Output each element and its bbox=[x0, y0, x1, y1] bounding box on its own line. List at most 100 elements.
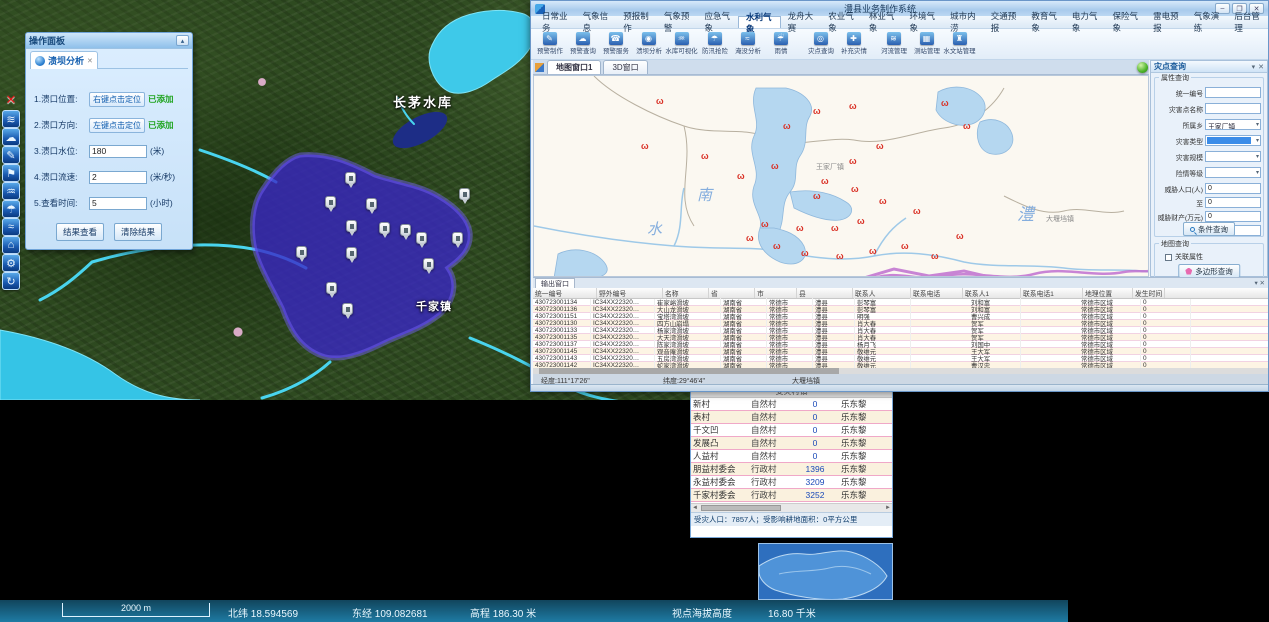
toolbar-button[interactable]: ♜ 水文站管理 bbox=[943, 30, 976, 59]
menu-item[interactable]: 林业气象 bbox=[862, 16, 903, 28]
toolbar-button[interactable]: ☔ 雨情 bbox=[764, 30, 797, 59]
disaster-marker-icon[interactable] bbox=[641, 142, 649, 150]
disaster-marker-icon[interactable] bbox=[813, 107, 821, 115]
map-pin[interactable] bbox=[379, 222, 390, 234]
tool-icon[interactable]: ♒ bbox=[2, 182, 20, 200]
map-pin[interactable] bbox=[345, 172, 356, 184]
map-pin[interactable] bbox=[346, 247, 357, 259]
uid-input[interactable] bbox=[1205, 87, 1261, 98]
column-header[interactable]: 联系电话 bbox=[911, 288, 963, 298]
tool-icon[interactable]: ☂ bbox=[2, 200, 20, 218]
pin-icon[interactable]: ▾ bbox=[1252, 63, 1256, 71]
column-header[interactable]: 联系人 bbox=[853, 288, 911, 298]
disaster-marker-icon[interactable] bbox=[836, 252, 844, 260]
table-row[interactable]: 永益村委会行政村3209乐东黎 bbox=[691, 476, 892, 489]
disaster-marker-icon[interactable] bbox=[656, 97, 664, 105]
disaster-marker-icon[interactable] bbox=[796, 224, 804, 232]
scroll-left-icon[interactable]: ◄ bbox=[692, 504, 698, 512]
vector-map[interactable]: 王家厂镇 大堰垱镇 南水澧 bbox=[533, 75, 1149, 277]
map-view-tab[interactable]: 地图窗口1 bbox=[547, 60, 601, 74]
township-select[interactable]: 王家厂镇 bbox=[1205, 119, 1261, 130]
disaster-marker-icon[interactable] bbox=[931, 252, 939, 260]
map-pin[interactable] bbox=[325, 196, 336, 208]
pick-direction-button[interactable]: 左键点击定位 bbox=[89, 118, 145, 133]
disaster-type-select[interactable] bbox=[1205, 135, 1261, 146]
disaster-marker-icon[interactable] bbox=[761, 220, 769, 228]
disaster-marker-icon[interactable] bbox=[821, 177, 829, 185]
menu-item[interactable]: 农业气象 bbox=[821, 16, 862, 28]
water-level-input[interactable] bbox=[89, 145, 147, 158]
clear-result-button[interactable]: 清除结果 bbox=[114, 223, 162, 241]
table-row[interactable]: 人益村自然村0乐东黎 bbox=[691, 450, 892, 463]
tool-icon[interactable]: ⚙ bbox=[2, 254, 20, 272]
tool-icon[interactable]: ≈ bbox=[2, 218, 20, 236]
disaster-marker-icon[interactable] bbox=[963, 122, 971, 130]
disaster-scale-select[interactable] bbox=[1205, 151, 1261, 162]
map-pin[interactable] bbox=[296, 246, 307, 258]
toolbar-button[interactable]: ☎ 预警服务 bbox=[599, 30, 632, 59]
menu-item[interactable]: 环境气象 bbox=[902, 16, 943, 28]
disaster-marker-icon[interactable] bbox=[941, 99, 949, 107]
disaster-marker-icon[interactable] bbox=[857, 217, 865, 225]
toolbar-button[interactable]: ☁ 预警查询 bbox=[566, 30, 599, 59]
polygon-query-button[interactable]: 多边形查询 bbox=[1178, 264, 1240, 278]
table-row[interactable]: 千文凹自然村0乐东黎 bbox=[691, 424, 892, 437]
table-row[interactable]: 发展凸自然村0乐东黎 bbox=[691, 437, 892, 450]
column-header[interactable]: 发生时间 bbox=[1133, 288, 1165, 298]
disaster-marker-icon[interactable] bbox=[831, 224, 839, 232]
tool-icon[interactable]: ⌂ bbox=[2, 236, 20, 254]
toolbar-button[interactable]: ✚ 补充灾情 bbox=[837, 30, 870, 59]
tool-icon[interactable]: ✎ bbox=[2, 146, 20, 164]
close-icon[interactable]: ✕ bbox=[6, 92, 17, 108]
table-row[interactable]: 新村自然村0乐东黎 bbox=[691, 398, 892, 411]
threat-population-input[interactable] bbox=[1205, 183, 1261, 194]
toolbar-button[interactable]: ◎ 灾点查询 bbox=[804, 30, 837, 59]
table-row[interactable]: 朋益村委会行政村1396乐东黎 bbox=[691, 463, 892, 476]
condition-search-button[interactable]: 条件查询 bbox=[1183, 222, 1235, 236]
toolbar-button[interactable]: ☂ 防汛抢险 bbox=[698, 30, 731, 59]
disaster-marker-icon[interactable] bbox=[879, 197, 887, 205]
disaster-marker-icon[interactable] bbox=[701, 152, 709, 160]
disaster-marker-icon[interactable] bbox=[901, 242, 909, 250]
column-header[interactable]: 联系人1 bbox=[963, 288, 1021, 298]
map-pin[interactable] bbox=[452, 232, 463, 244]
disaster-marker-icon[interactable] bbox=[869, 247, 877, 255]
map-pin[interactable] bbox=[423, 258, 434, 270]
tab-dam-break-analysis[interactable]: 溃坝分析 ✕ bbox=[30, 51, 98, 69]
scroll-right-icon[interactable]: ► bbox=[885, 504, 891, 512]
point-name-input[interactable] bbox=[1205, 103, 1261, 114]
menu-item[interactable]: 雷电预报 bbox=[1146, 16, 1187, 28]
table-row[interactable]: 千家村委会行政村3252乐东黎 bbox=[691, 489, 892, 502]
minimize-icon[interactable]: ▴ bbox=[176, 35, 189, 46]
disaster-marker-icon[interactable] bbox=[956, 232, 964, 240]
column-header[interactable]: 市 bbox=[755, 288, 797, 298]
window-resize-bar[interactable] bbox=[531, 384, 1268, 391]
scrollbar-thumb[interactable] bbox=[701, 505, 781, 511]
menu-item[interactable]: 城市内涝 bbox=[943, 16, 984, 28]
map-pin[interactable] bbox=[342, 303, 353, 315]
disaster-marker-icon[interactable] bbox=[849, 157, 857, 165]
column-header[interactable]: 省 bbox=[709, 288, 755, 298]
disaster-marker-icon[interactable] bbox=[737, 172, 745, 180]
menu-item[interactable]: 交通预报 bbox=[984, 16, 1025, 28]
output-tab[interactable]: 输出窗口 bbox=[535, 278, 575, 288]
pick-location-button[interactable]: 右键点击定位 bbox=[89, 92, 145, 107]
toolbar-button[interactable]: ≈ 淹没分析 bbox=[731, 30, 764, 59]
menu-item[interactable]: 保险气象 bbox=[1106, 16, 1147, 28]
column-header[interactable]: 野外编号 bbox=[597, 288, 663, 298]
checkbox[interactable] bbox=[1165, 254, 1172, 261]
disaster-marker-icon[interactable] bbox=[876, 142, 884, 150]
menu-item[interactable]: 水利气象 bbox=[738, 16, 781, 28]
menu-item[interactable]: 气象预警 bbox=[657, 16, 698, 28]
menu-item[interactable]: 预报制作 bbox=[616, 16, 657, 28]
tab-close-icon[interactable]: ✕ bbox=[87, 57, 93, 65]
disaster-marker-icon[interactable] bbox=[783, 122, 791, 130]
menu-item[interactable]: 日常业务 bbox=[535, 16, 576, 28]
disaster-marker-icon[interactable] bbox=[851, 185, 859, 193]
map-pin[interactable] bbox=[459, 188, 470, 200]
map-pin[interactable] bbox=[346, 220, 357, 232]
overview-inset-map[interactable] bbox=[758, 543, 893, 600]
horizontal-scrollbar[interactable]: ◄ ► bbox=[691, 503, 892, 512]
toolbar-button[interactable]: ≋ 河流管理 bbox=[877, 30, 910, 59]
map-pin[interactable] bbox=[366, 198, 377, 210]
